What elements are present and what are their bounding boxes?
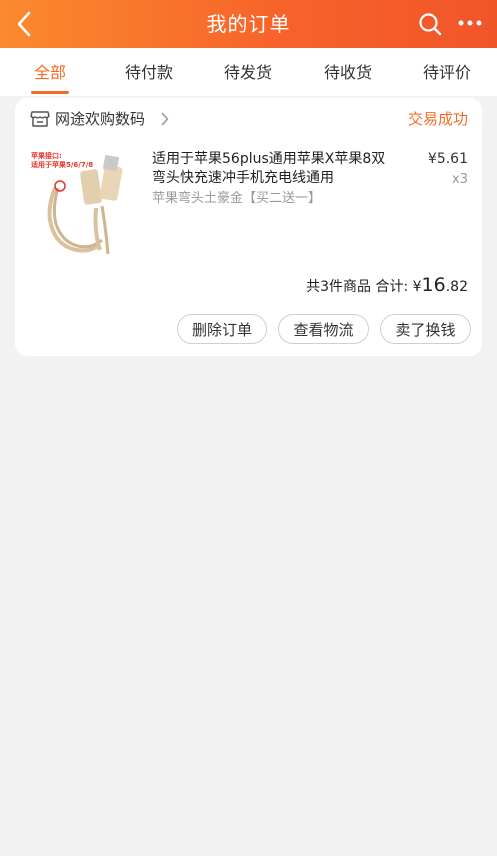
delete-order-button[interactable]: 删除订单 <box>177 314 267 344</box>
order-tabs: 全部 待付款 待发货 待收货 待评价 <box>0 48 497 96</box>
item-count: 共3件商品 <box>306 279 371 295</box>
tab-pending-review[interactable]: 待评价 <box>412 48 482 96</box>
tab-pending-shipment[interactable]: 待发货 <box>213 48 283 96</box>
header-bar: 我的订单 <box>0 0 497 48</box>
active-tab-indicator <box>31 91 69 94</box>
tab-pending-payment[interactable]: 待付款 <box>114 48 184 96</box>
currency-symbol: ¥ <box>412 279 422 295</box>
image-caption: 苹果接口: 适用于苹果5/6/7/8 <box>31 152 94 169</box>
total-decimal: .82 <box>445 279 468 295</box>
product-sku: 苹果弯头土豪金【买二送一】 <box>152 191 322 206</box>
product-quantity: x3 <box>452 172 468 187</box>
chevron-right-icon[interactable] <box>161 112 169 126</box>
total-label: 合计: <box>375 279 409 295</box>
product-price: ¥5.61 <box>427 151 468 167</box>
view-logistics-button[interactable]: 查看物流 <box>278 314 369 344</box>
order-card[interactable]: 网途欢购数码 交易成功 苹果接口: 适用于苹果5/6/7/8 适用于苹果56pl… <box>15 98 482 356</box>
order-status: 交易成功 <box>407 110 468 128</box>
order-summary: 共3件商品 合计: ¥16.82 <box>306 274 468 298</box>
product-title[interactable]: 适用于苹果56plus通用苹果X苹果8双弯头快充速冲手机充电线通用 <box>152 150 392 188</box>
tab-pending-receipt[interactable]: 待收货 <box>313 48 383 96</box>
resell-button[interactable]: 卖了换钱 <box>380 314 471 344</box>
product-image[interactable]: 苹果接口: 适用于苹果5/6/7/8 <box>30 150 135 260</box>
search-icon[interactable] <box>418 12 442 36</box>
tab-all[interactable]: 全部 <box>20 48 80 96</box>
shop-name[interactable]: 网途欢购数码 <box>55 108 145 130</box>
more-icon[interactable] <box>458 18 482 28</box>
shop-icon <box>30 111 50 127</box>
total-integer: 16 <box>421 274 446 296</box>
